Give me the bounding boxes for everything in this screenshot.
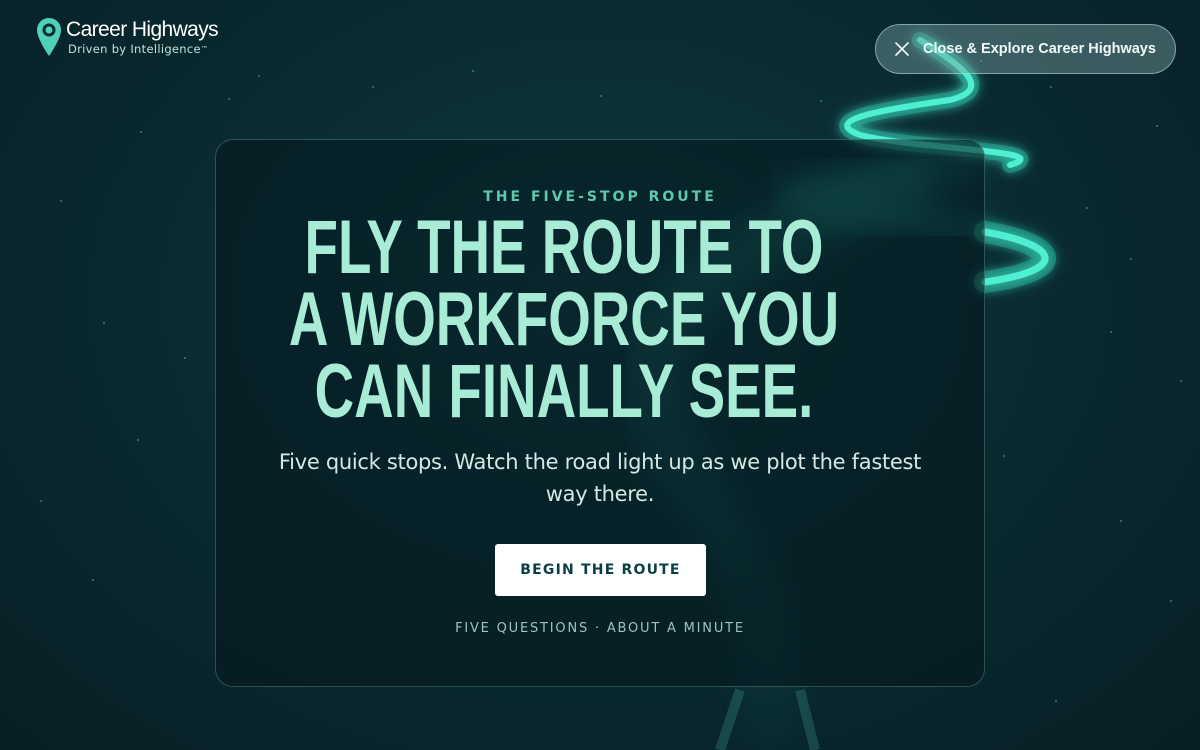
star-dot (40, 500, 42, 502)
route-meta: FIVE QUESTIONS · ABOUT A MINUTE (455, 621, 745, 636)
map-pin-icon (37, 18, 61, 56)
eyebrow-label: THE FIVE-STOP ROUTE (483, 189, 717, 205)
brand-logo[interactable]: Career Highways Driven by Intelligence™ (36, 17, 219, 57)
star-dot (1086, 207, 1088, 209)
brand-name: Career Highways (66, 18, 219, 41)
hero-subtitle: Five quick stops. Watch the road light u… (278, 450, 922, 506)
headline-line-3: CAN FINALLY SEE. (314, 349, 814, 434)
begin-route-button[interactable]: BEGIN THE ROUTE (495, 544, 706, 596)
brand-tagline: Driven by Intelligence (68, 42, 201, 56)
star-dot (92, 579, 94, 581)
star-dot (372, 86, 374, 88)
star-dot (1003, 455, 1005, 457)
close-icon (895, 42, 909, 56)
star-dot (472, 70, 474, 72)
headline-line-2: A WORKFORCE YOU (288, 277, 840, 362)
headline-line-1: FLY THE ROUTE TO (304, 205, 824, 290)
star-dot (1180, 380, 1182, 382)
star-dot (1130, 258, 1132, 260)
star-dot (1170, 600, 1172, 602)
star-dot (1156, 125, 1158, 127)
star-dot (1120, 520, 1122, 522)
star-dot (600, 95, 602, 97)
star-dot (1050, 86, 1052, 88)
star-dot (258, 75, 260, 77)
close-button-label: Close & Explore Career Highways (923, 41, 1156, 57)
star-dot (103, 322, 105, 324)
star-dot (140, 131, 142, 133)
star-dot (820, 100, 822, 102)
trademark-symbol: ™ (200, 45, 209, 53)
star-dot (1110, 331, 1112, 333)
close-explore-button[interactable]: Close & Explore Career Highways (875, 24, 1176, 74)
star-dot (1055, 700, 1057, 702)
star-dot (228, 98, 230, 100)
hero-headline: FLY THE ROUTE TO A WORKFORCE YOU CAN FIN… (158, 205, 970, 434)
star-dot (137, 439, 139, 441)
